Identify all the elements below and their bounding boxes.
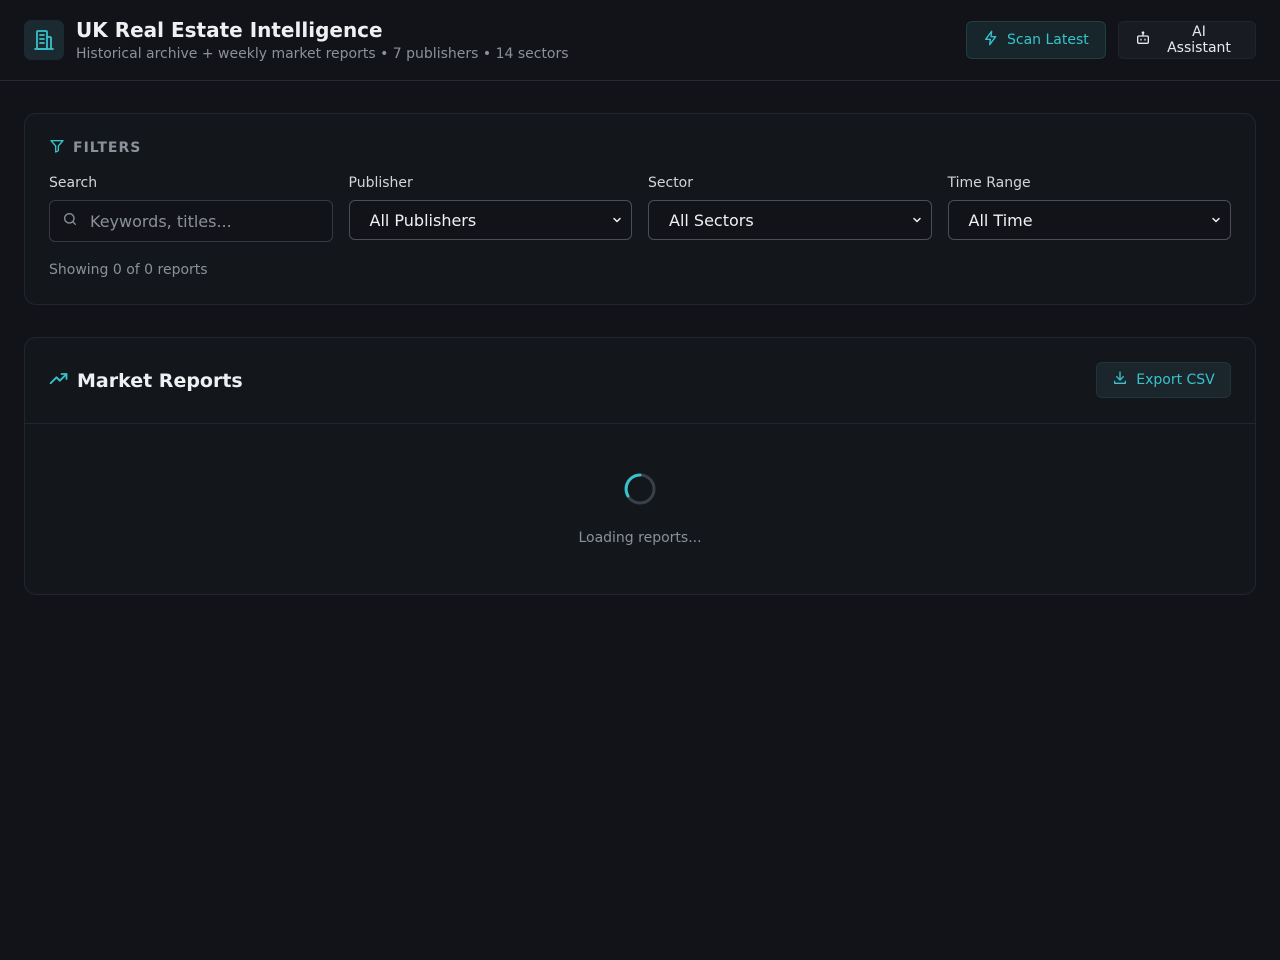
filters-panel: FILTERS Search Publisher All Publishers … (24, 113, 1256, 305)
lightning-icon (983, 30, 999, 50)
search-icon (62, 211, 78, 231)
app-title: UK Real Estate Intelligence (76, 17, 383, 42)
publisher-label: Publisher (348, 175, 413, 191)
scan-latest-label: Scan Latest (1007, 32, 1089, 48)
chevron-down-icon (1210, 211, 1222, 230)
search-label: Search (49, 175, 98, 191)
time-range-value: All Time (968, 210, 1033, 230)
building-icon (24, 20, 64, 60)
trending-up-icon (49, 369, 69, 393)
time-range-select[interactable]: All Time (947, 200, 1231, 240)
chevron-down-icon (911, 211, 923, 230)
export-csv-button[interactable]: Export CSV (1096, 362, 1231, 398)
app-header: UK Real Estate Intelligence Historical a… (0, 0, 1280, 81)
search-field[interactable] (49, 200, 333, 242)
filters-heading: FILTERS (73, 140, 142, 156)
ai-assistant-label: AI Assistant (1167, 24, 1231, 56)
loading-text: Loading reports... (578, 530, 702, 546)
reports-panel: Market Reports Export CSV Loading report… (24, 337, 1256, 595)
filter-icon (49, 138, 65, 158)
publisher-select[interactable]: All Publishers (348, 200, 632, 240)
chevron-down-icon (611, 211, 623, 230)
robot-icon (1135, 30, 1151, 50)
export-csv-label: Export CSV (1136, 372, 1215, 388)
spinner-icon (624, 473, 656, 505)
publisher-value: All Publishers (369, 210, 477, 230)
reports-title: Market Reports (77, 369, 243, 392)
sector-value: All Sectors (669, 210, 754, 230)
search-input[interactable] (90, 211, 310, 231)
time-range-label: Time Range (947, 175, 1031, 191)
sector-select[interactable]: All Sectors (648, 200, 932, 240)
scan-latest-button[interactable]: Scan Latest (966, 21, 1106, 59)
ai-assistant-button[interactable]: AI Assistant (1118, 21, 1256, 59)
sector-label: Sector (648, 175, 694, 191)
results-count: Showing 0 of 0 reports (49, 262, 208, 278)
download-icon (1112, 370, 1128, 390)
loading-state: Loading reports... (25, 424, 1255, 546)
app-subtitle: Historical archive + weekly market repor… (76, 45, 569, 62)
